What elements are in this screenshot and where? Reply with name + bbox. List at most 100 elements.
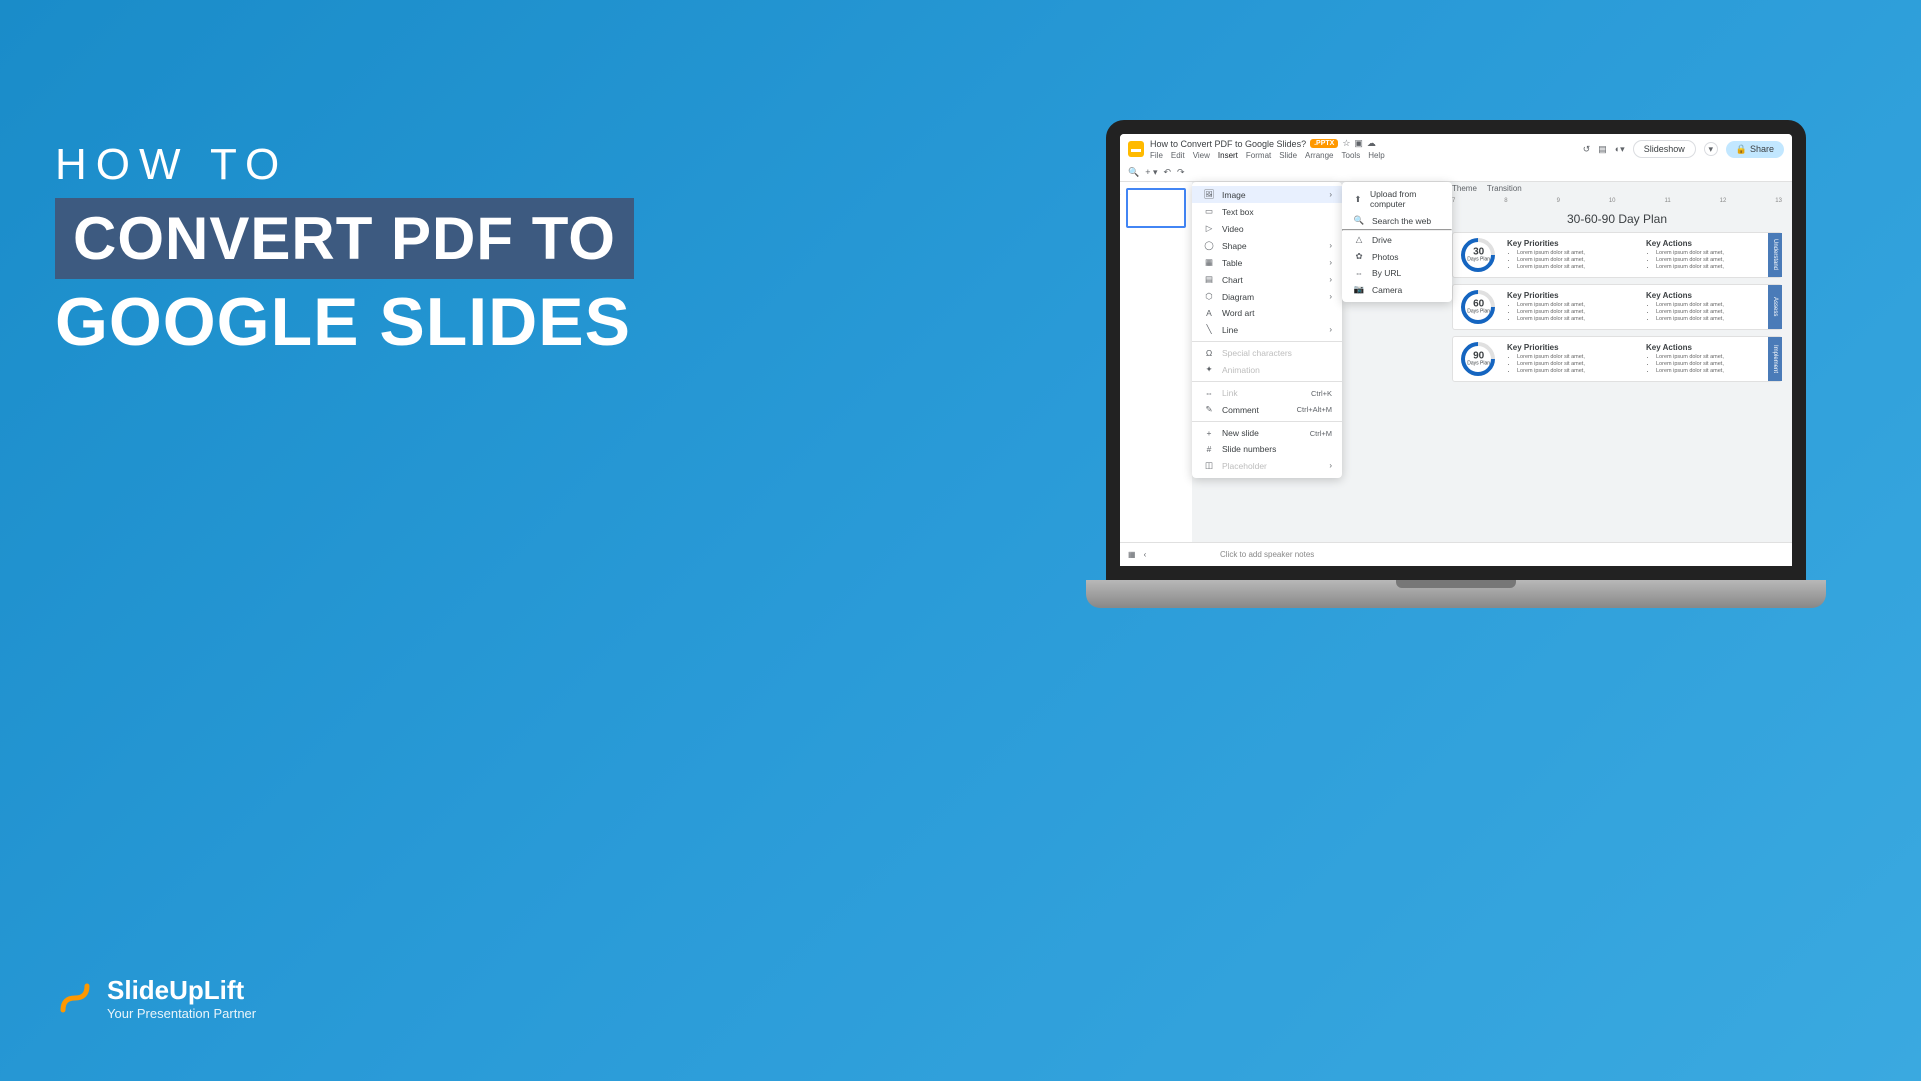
dropdown-item-word-art[interactable]: AWord art — [1192, 305, 1342, 321]
meet-icon[interactable]: ◐▾ — [1615, 144, 1625, 155]
app-body: 1 🖼Image›▭Text box▷Video◯Shape›▦Table›▤C… — [1120, 182, 1792, 542]
collapse-icon[interactable]: ‹ — [1144, 550, 1147, 559]
pptx-badge: .PPTX — [1310, 139, 1338, 148]
google-slides-app: ▬ How to Convert PDF to Google Slides? .… — [1120, 134, 1792, 566]
menu-view[interactable]: View — [1193, 151, 1210, 160]
comments-icon[interactable]: ▤ — [1598, 144, 1607, 155]
photos-icon: ✿ — [1352, 251, 1366, 262]
grid-view-icon[interactable]: ▦ — [1128, 550, 1136, 559]
dropdown-item-comment[interactable]: ✎CommentCtrl+Alt+M — [1192, 401, 1342, 418]
dropdown-item-shape[interactable]: ◯Shape› — [1192, 237, 1342, 254]
video-icon: ▷ — [1202, 223, 1216, 234]
app-header: ▬ How to Convert PDF to Google Slides? .… — [1120, 134, 1792, 164]
speaker-notes-placeholder: Click to add speaker notes — [1220, 550, 1314, 559]
slideshow-dropdown[interactable]: ▾ — [1704, 142, 1718, 156]
lock-icon: 🔒 — [1736, 144, 1747, 155]
dropdown-item-slide-numbers[interactable]: #Slide numbers — [1192, 441, 1342, 457]
word-art-icon: A — [1202, 308, 1216, 318]
slide-numbers-icon: # — [1202, 444, 1216, 454]
link-icon: ⇔ — [1202, 388, 1216, 398]
day-circle-60: 60Days Plan — [1454, 283, 1502, 331]
toolbar: 🔍 + ▾ ↶ ↷ — [1120, 164, 1792, 182]
side-panel-tabs: Theme Transition — [1452, 184, 1522, 193]
drive-icon: △ — [1352, 234, 1366, 245]
menu-file[interactable]: File — [1150, 151, 1163, 160]
dropdown-item-table[interactable]: ▦Table› — [1192, 254, 1342, 271]
chevron-right-icon: › — [1329, 325, 1332, 334]
dropdown-item-upload-from-computer[interactable]: ⬆Upload from computer — [1342, 186, 1452, 212]
dropdown-item-drive[interactable]: △Drive — [1342, 231, 1452, 248]
folder-icon[interactable]: ▣ — [1354, 138, 1363, 149]
dropdown-item-video[interactable]: ▷Video — [1192, 220, 1342, 237]
table-icon: ▦ — [1202, 257, 1216, 268]
placeholder-icon: ◫ — [1202, 460, 1216, 471]
dropdown-item-photos[interactable]: ✿Photos — [1342, 248, 1452, 265]
laptop-mockup: ▬ How to Convert PDF to Google Slides? .… — [1086, 120, 1826, 608]
menu-insert[interactable]: Insert — [1218, 151, 1238, 160]
dropdown-item-camera[interactable]: 📷Camera — [1342, 281, 1452, 298]
hero-text: HOW TO CONVERT PDF TO GOOGLE SLIDES — [55, 140, 634, 361]
dropdown-item-placeholder[interactable]: ◫Placeholder› — [1192, 457, 1342, 474]
dropdown-item-chart[interactable]: ▤Chart› — [1192, 271, 1342, 288]
image-submenu: ⬆Upload from computer🔍Search the web △Dri… — [1342, 182, 1452, 302]
tab-transition[interactable]: Transition — [1487, 184, 1522, 193]
plan-row-30[interactable]: 30Days PlanKey PrioritiesLorem ipsum dol… — [1452, 232, 1782, 278]
menu-tools[interactable]: Tools — [1342, 151, 1361, 160]
slide-canvas: 🖼Image›▭Text box▷Video◯Shape›▦Table›▤Cha… — [1192, 182, 1792, 542]
chevron-right-icon: › — [1329, 292, 1332, 301]
col-priorities: Key PrioritiesLorem ipsum dolor sit amet… — [1507, 343, 1634, 375]
menu-help[interactable]: Help — [1368, 151, 1384, 160]
new-slide-button[interactable]: + ▾ — [1145, 167, 1157, 178]
slide-thumbnail[interactable] — [1126, 188, 1186, 228]
undo-button[interactable]: ↶ — [1164, 167, 1172, 178]
insert-dropdown: 🖼Image›▭Text box▷Video◯Shape›▦Table›▤Cha… — [1192, 182, 1342, 478]
dropdown-item-animation[interactable]: ✦Animation — [1192, 361, 1342, 378]
dropdown-item-by-url[interactable]: ⇔By URL — [1342, 265, 1452, 281]
hero-line3: GOOGLE SLIDES — [55, 283, 634, 361]
slide-content: 30-60-90 Day Plan 30Days PlanKey Priorit… — [1452, 212, 1782, 388]
dropdown-item-diagram[interactable]: ⬡Diagram› — [1192, 288, 1342, 305]
redo-button[interactable]: ↷ — [1177, 167, 1185, 178]
star-icon[interactable]: ☆ — [1342, 138, 1350, 149]
dropdown-item-text-box[interactable]: ▭Text box — [1192, 203, 1342, 220]
line-icon: ╲ — [1202, 324, 1216, 335]
share-button[interactable]: 🔒Share — [1726, 141, 1784, 158]
text-box-icon: ▭ — [1202, 206, 1216, 217]
col-actions: Key ActionsLorem ipsum dolor sit amet,Lo… — [1646, 239, 1773, 271]
tab-theme[interactable]: Theme — [1452, 184, 1477, 193]
cloud-icon[interactable]: ☁ — [1367, 138, 1376, 149]
col-priorities: Key PrioritiesLorem ipsum dolor sit amet… — [1507, 291, 1634, 323]
slide-title[interactable]: 30-60-90 Day Plan — [1452, 212, 1782, 226]
doc-title[interactable]: How to Convert PDF to Google Slides? — [1150, 139, 1306, 149]
dropdown-item-link[interactable]: ⇔LinkCtrl+K — [1192, 385, 1342, 401]
header-actions: ↺ ▤ ◐▾ Slideshow ▾ 🔒Share — [1583, 140, 1784, 158]
speaker-notes-area[interactable]: ▦ ‹ Click to add speaker notes — [1120, 542, 1792, 566]
slideshow-button[interactable]: Slideshow — [1633, 140, 1696, 158]
brand-footer: SlideUpLift Your Presentation Partner — [55, 975, 256, 1021]
dropdown-item-search-the-web[interactable]: 🔍Search the web — [1342, 212, 1452, 229]
menu-format[interactable]: Format — [1246, 151, 1271, 160]
slide-number: 1 — [1116, 188, 1120, 197]
dropdown-item-image[interactable]: 🖼Image› — [1192, 186, 1342, 203]
dropdown-item-special-characters[interactable]: ΩSpecial characters — [1192, 345, 1342, 361]
search-icon[interactable]: 🔍 — [1128, 167, 1139, 178]
chevron-right-icon: › — [1329, 461, 1332, 470]
chevron-right-icon: › — [1329, 190, 1332, 199]
dropdown-item-new-slide[interactable]: +New slideCtrl+M — [1192, 425, 1342, 441]
menu-edit[interactable]: Edit — [1171, 151, 1185, 160]
plan-row-60[interactable]: 60Days PlanKey PrioritiesLorem ipsum dol… — [1452, 284, 1782, 330]
new-slide-icon: + — [1202, 428, 1216, 438]
dropdown-item-line[interactable]: ╲Line› — [1192, 321, 1342, 338]
slides-logo-icon[interactable]: ▬ — [1128, 141, 1144, 157]
diagram-icon: ⬡ — [1202, 291, 1216, 302]
brand-tagline: Your Presentation Partner — [107, 1006, 256, 1021]
plan-row-90[interactable]: 90Days PlanKey PrioritiesLorem ipsum dol… — [1452, 336, 1782, 382]
menu-arrange[interactable]: Arrange — [1305, 151, 1333, 160]
history-icon[interactable]: ↺ — [1583, 144, 1591, 155]
special-characters-icon: Ω — [1202, 348, 1216, 358]
ruler: 78910111213 — [1452, 198, 1782, 204]
doc-title-row: How to Convert PDF to Google Slides? .PP… — [1150, 138, 1577, 149]
brand-logo-icon — [55, 978, 95, 1018]
col-actions: Key ActionsLorem ipsum dolor sit amet,Lo… — [1646, 343, 1773, 375]
menu-slide[interactable]: Slide — [1279, 151, 1297, 160]
